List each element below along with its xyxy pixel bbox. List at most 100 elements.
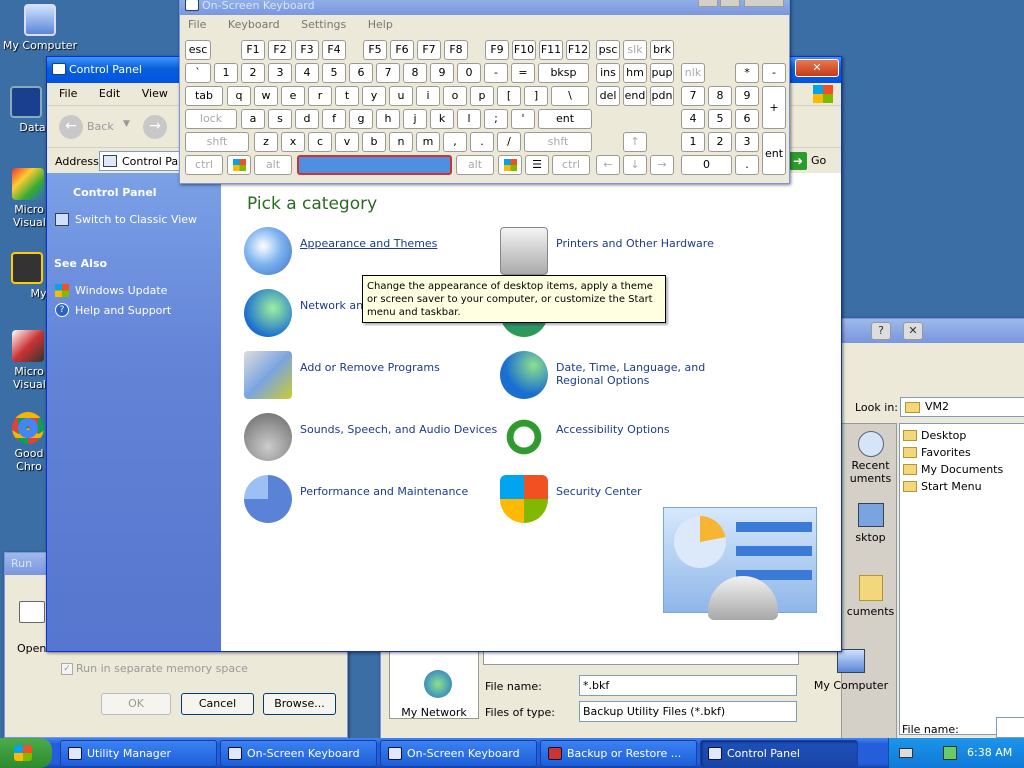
place-recent[interactable]: Recent uments [843, 431, 898, 485]
key-r2-7[interactable]: u [389, 86, 413, 106]
key-r3-5[interactable]: g [349, 109, 373, 129]
close-button[interactable]: ✕ [903, 322, 923, 340]
key-left-arrow[interactable]: ← [596, 155, 620, 175]
category-printers[interactable]: Printers and Other Hardware [500, 227, 740, 279]
key-r2-3[interactable]: e [281, 86, 305, 106]
file-item-favorites[interactable]: Favorites [903, 446, 971, 459]
key-r4-13[interactable]: 2 [708, 132, 732, 152]
key-esc[interactable]: esc [185, 40, 211, 60]
key-r3-0[interactable]: lock [185, 109, 237, 129]
key-r3-3[interactable]: d [295, 109, 319, 129]
key-r3-9[interactable]: l [457, 109, 481, 129]
help-button[interactable]: ? [871, 322, 891, 340]
key-r3-10[interactable]: ; [484, 109, 508, 129]
key-r2-4[interactable]: r [308, 86, 332, 106]
taskbar-button-backup[interactable]: Backup or Restore ... [540, 740, 697, 767]
key-r2-15[interactable]: end [623, 86, 647, 106]
file-item-start-menu[interactable]: Start Menu [903, 480, 982, 493]
category-performance[interactable]: Performance and Maintenance [244, 475, 494, 527]
key-F3[interactable]: F3 [295, 40, 319, 60]
menu-file[interactable]: File [59, 87, 77, 100]
key-F7[interactable]: F7 [417, 40, 441, 60]
key-r2-5[interactable]: t [335, 86, 359, 106]
key-r2-14[interactable]: del [596, 86, 620, 106]
file-name-input[interactable] [579, 675, 797, 696]
key-6[interactable]: 6 [349, 63, 373, 83]
key-r2-2[interactable]: w [254, 86, 278, 106]
key-5[interactable]: 5 [322, 63, 346, 83]
key-right-arrow[interactable]: → [650, 155, 674, 175]
file-item-my-documents[interactable]: My Documents [903, 463, 1003, 476]
key-menu[interactable]: ☰ [525, 155, 549, 175]
taskbar-button-utility-manager[interactable]: Utility Manager [60, 740, 217, 767]
key-r4-7[interactable]: m [416, 132, 440, 152]
key-r4-1[interactable]: z [254, 132, 278, 152]
category-accessibility[interactable]: Accessibility Options [500, 413, 740, 465]
key-windows-right[interactable] [498, 155, 522, 175]
key-F5[interactable]: F5 [363, 40, 387, 60]
key-r2-9[interactable]: o [443, 86, 467, 106]
key-r3-6[interactable]: h [376, 109, 400, 129]
key-space[interactable] [297, 155, 452, 175]
key-up-arrow[interactable]: ↑ [623, 132, 647, 152]
key-F12[interactable]: F12 [566, 40, 590, 60]
key-r4-12[interactable]: 1 [681, 132, 705, 152]
browse-button[interactable]: Browse... [263, 693, 336, 715]
key-numpad-dot[interactable]: . [735, 155, 759, 175]
key-r2-12[interactable]: ] [524, 86, 548, 106]
key-14[interactable]: ins [596, 63, 620, 83]
category-add-remove[interactable]: Add or Remove Programs [244, 351, 474, 403]
menu-view[interactable]: View [142, 87, 168, 100]
key-r4-9[interactable]: . [470, 132, 494, 152]
key-1[interactable]: 1 [214, 63, 238, 83]
menu-edit[interactable]: Edit [99, 87, 120, 100]
key-r3-14[interactable]: 5 [708, 109, 732, 129]
forward-button[interactable]: → [143, 115, 167, 139]
help-support-link[interactable]: ? Help and Support [55, 303, 171, 317]
key-r4-6[interactable]: n [389, 132, 413, 152]
key-ctrl-right[interactable]: ctrl [552, 155, 590, 175]
key-r4-15[interactable]: ent [762, 132, 786, 175]
key-F6[interactable]: F6 [390, 40, 414, 60]
file-item-desktop[interactable]: Desktop [903, 429, 966, 442]
key-r2-17[interactable]: 7 [681, 86, 705, 106]
key-r2-20[interactable]: + [762, 86, 786, 129]
key-r3-11[interactable]: ' [511, 109, 535, 129]
key-13[interactable]: bksp [538, 63, 589, 83]
key-r3-2[interactable]: s [268, 109, 292, 129]
category-appearance[interactable]: Appearance and Themes [244, 227, 474, 279]
key-7[interactable]: 7 [376, 63, 400, 83]
key-alt-right[interactable]: alt [456, 155, 494, 175]
key-multiply[interactable]: * [735, 63, 759, 83]
switch-classic-view-link[interactable]: Switch to Classic View [55, 213, 197, 226]
key-r4-0[interactable]: shft [185, 132, 249, 152]
key-slk[interactable]: slk [623, 40, 647, 60]
key-r2-6[interactable]: y [362, 86, 386, 106]
key-F1[interactable]: F1 [241, 40, 265, 60]
key-F4[interactable]: F4 [322, 40, 346, 60]
key-F9[interactable]: F9 [485, 40, 509, 60]
key-r4-14[interactable]: 3 [735, 132, 759, 152]
key-4[interactable]: 4 [295, 63, 319, 83]
key-0[interactable]: ` [185, 63, 211, 83]
place-my-network[interactable]: My Network [389, 649, 479, 719]
taskbar-button-osk-2[interactable]: On-Screen Keyboard [380, 740, 537, 767]
key-16[interactable]: pup [650, 63, 674, 83]
memory-checkbox[interactable]: ✓ [61, 663, 73, 675]
key-numpad-0[interactable]: 0 [681, 155, 732, 175]
key-ctrl-left[interactable]: ctrl [185, 155, 223, 175]
key-r3-4[interactable]: f [322, 109, 346, 129]
taskbar-button-control-panel[interactable]: Control Panel [700, 740, 858, 767]
key-r4-3[interactable]: c [308, 132, 332, 152]
key-F11[interactable]: F11 [539, 40, 563, 60]
key-windows-left[interactable] [227, 155, 251, 175]
key-r2-16[interactable]: pdn [650, 86, 674, 106]
key-r2-19[interactable]: 9 [735, 86, 759, 106]
go-button[interactable]: ➜ Go [789, 151, 837, 171]
close-button[interactable]: ✕ [795, 59, 839, 77]
key-17[interactable]: nlk [681, 63, 705, 83]
key-r3-8[interactable]: k [430, 109, 454, 129]
key-r3-15[interactable]: 6 [735, 109, 759, 129]
look-in-select[interactable]: VM2 [900, 397, 1024, 417]
key-r4-8[interactable]: , [443, 132, 467, 152]
